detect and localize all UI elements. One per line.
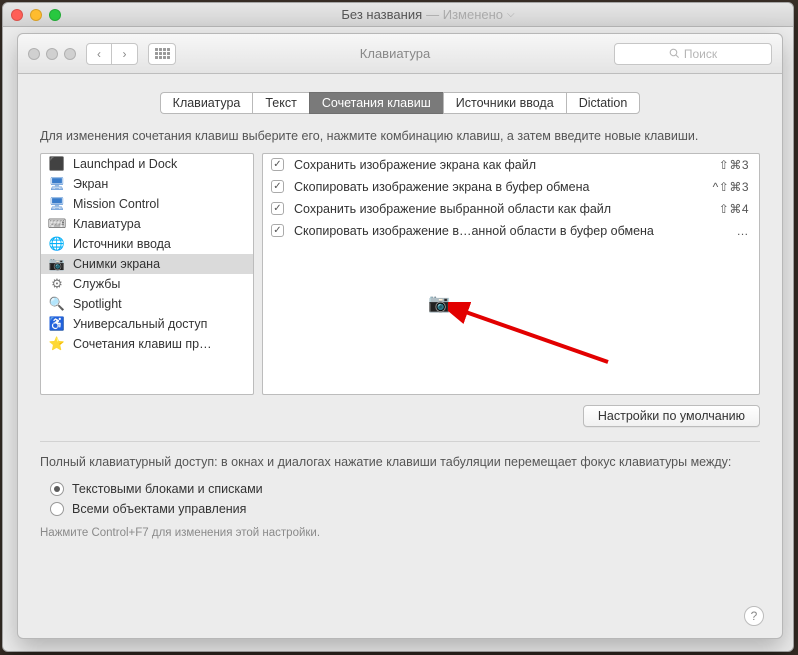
radio-button[interactable] [50,502,64,516]
sidebar-item-accessibility[interactable]: ♿ Универсальный доступ [41,314,253,334]
help-button[interactable]: ? [744,606,764,626]
grid-icon [155,48,170,59]
shortcut-keys[interactable]: ^⇧⌘3 [713,180,749,194]
display-icon: 🖥 [49,176,65,192]
radio-label: Текстовыми блоками и списками [72,482,263,496]
shortcut-keys[interactable]: … [737,224,750,238]
shortcut-label: Скопировать изображение в…анной области … [294,224,727,238]
zoom-icon[interactable] [49,9,61,21]
shortcut-keys[interactable]: ⇧⌘4 [719,202,749,216]
show-all-button[interactable] [148,43,176,65]
restore-defaults-button[interactable]: Настройки по умолчанию [583,405,760,427]
annotation-arrow-icon [448,302,618,372]
sidebar-item-label: Службы [73,277,120,291]
sidebar-item-label: Mission Control [73,197,159,211]
mission-icon: 🖥 [49,196,65,212]
parent-window-title: Без названия [341,7,422,22]
shortcut-checkbox[interactable] [271,202,284,215]
sidebar-item-label: Сочетания клавиш пр… [73,337,212,351]
tabs: Клавиатура Текст Сочетания клавиш Источн… [40,92,760,114]
radio-label: Всеми объектами управления [72,502,246,516]
sidebar-item-keyboard[interactable]: ⌨ Клавиатура [41,214,253,234]
sidebar-item-label: Экран [73,177,108,191]
hint-text: Нажмите Control+F7 для изменения этой на… [40,527,760,539]
sidebar-item-label: Launchpad и Dock [73,157,177,171]
divider [40,441,760,442]
preferences-toolbar: ‹ › Клавиатура Поиск [18,34,782,74]
sidebar-item-label: Снимки экрана [73,257,160,271]
forward-button[interactable]: › [112,43,138,65]
sidebar-item-label: Клавиатура [73,217,141,231]
radio-option[interactable]: Всеми объектами управления [50,499,760,519]
zoom-icon[interactable] [64,48,76,60]
shortcut-row[interactable]: Скопировать изображение экрана в буфер о… [263,176,759,198]
parent-titlebar[interactable]: Без названия — Изменено ⌵ [3,3,793,27]
minimize-icon[interactable] [46,48,58,60]
shortcut-row[interactable]: Сохранить изображение выбранной области … [263,198,759,220]
close-icon[interactable] [11,9,23,21]
camera-icon: 📷 [49,256,65,272]
minimize-icon[interactable] [30,9,42,21]
shortcut-row[interactable]: Сохранить изображение экрана как файл ⇧⌘3 [263,154,759,176]
sidebar-item-launchpad[interactable]: ⬛ Launchpad и Dock [41,154,253,174]
prefs-traffic-lights [28,48,76,60]
tab-keyboard[interactable]: Клавиатура [160,92,253,114]
sidebar-item-spotlight[interactable]: 🔍 Spotlight [41,294,253,314]
sidebar-item-mission[interactable]: 🖥 Mission Control [41,194,253,214]
sidebar-item-appshortcuts[interactable]: ⭐ Сочетания клавиш пр… [41,334,253,354]
sidebar-item-display[interactable]: 🖥 Экран [41,174,253,194]
input-icon: 🌐 [49,236,65,252]
accessibility-icon: ♿ [49,316,65,332]
parent-window: Без названия — Изменено ⌵ ‹ › [2,2,794,652]
shortcut-label: Сохранить изображение выбранной области … [294,202,709,216]
tab-dictation[interactable]: Dictation [566,92,641,114]
tab-text[interactable]: Текст [252,92,308,114]
sidebar-item-label: Spotlight [73,297,122,311]
tab-input-sources[interactable]: Источники ввода [443,92,566,114]
shortcut-checkbox[interactable] [271,180,284,193]
back-button[interactable]: ‹ [86,43,112,65]
parent-traffic-lights [11,9,61,21]
search-input[interactable]: Поиск [614,43,772,65]
shortcut-label: Сохранить изображение экрана как файл [294,158,709,172]
shortcut-row[interactable]: Скопировать изображение в…анной области … [263,220,759,242]
preferences-window: ‹ › Клавиатура Поиск Клавиатура Текст Со… [17,33,783,639]
shortcut-label: Скопировать изображение экрана в буфер о… [294,180,703,194]
preferences-title: Клавиатура [186,46,604,61]
shortcut-checkbox[interactable] [271,158,284,171]
appshortcuts-icon: ⭐ [49,336,65,352]
launchpad-icon: ⬛ [49,156,65,172]
sidebar-item-label: Источники ввода [73,237,171,251]
radio-option[interactable]: Текстовыми блоками и списками [50,479,760,499]
sidebar-item-label: Универсальный доступ [73,317,207,331]
spotlight-icon: 🔍 [49,296,65,312]
parent-window-subtitle: — Изменено [426,7,503,22]
sidebar-item-camera[interactable]: 📷 Снимки экрана [41,254,253,274]
sidebar-item-services[interactable]: ⚙ Службы [41,274,253,294]
shortcut-keys[interactable]: ⇧⌘3 [719,158,749,172]
full-keyboard-access-text: Полный клавиатурный доступ: в окнах и ди… [40,454,760,471]
sidebar-item-input[interactable]: 🌐 Источники ввода [41,234,253,254]
nav-buttons: ‹ › [86,43,138,65]
search-icon [669,48,680,59]
instruction-text: Для изменения сочетания клавиш выберите … [40,128,760,145]
keyboard-icon: ⌨ [49,216,65,232]
search-placeholder: Поиск [684,47,717,61]
shortcuts-panel: Сохранить изображение экрана как файл ⇧⌘3… [262,153,760,395]
radio-button[interactable] [50,482,64,496]
tab-shortcuts[interactable]: Сочетания клавиш [309,92,443,114]
close-icon[interactable] [28,48,40,60]
camera-icon: 📷 [428,294,450,312]
services-icon: ⚙ [49,276,65,292]
category-panel: ⬛ Launchpad и Dock 🖥 Экран 🖥 Mission Control ⌨… [40,153,254,395]
chevron-down-icon[interactable]: ⌵ [507,9,515,22]
shortcut-checkbox[interactable] [271,224,284,237]
